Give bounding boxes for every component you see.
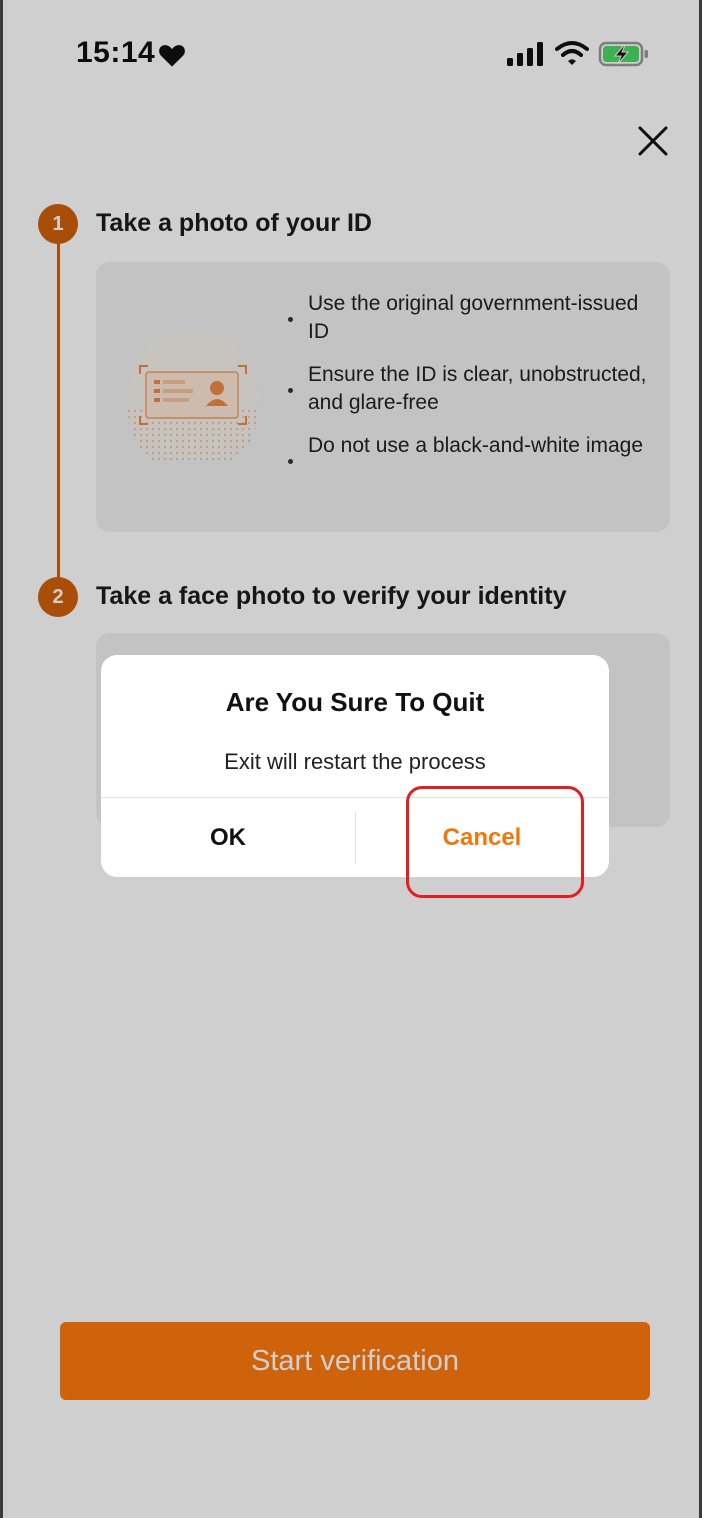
dialog-title: Are You Sure To Quit: [225, 687, 485, 717]
frame-edge-left: [0, 0, 3, 1518]
app-screen: 15:14 1 Take a photo of your ID Use the …: [0, 0, 702, 1518]
cancel-highlight-box: [406, 786, 584, 898]
dialog-message: Exit will restart the process: [224, 749, 486, 774]
ok-button[interactable]: OK: [101, 798, 355, 877]
